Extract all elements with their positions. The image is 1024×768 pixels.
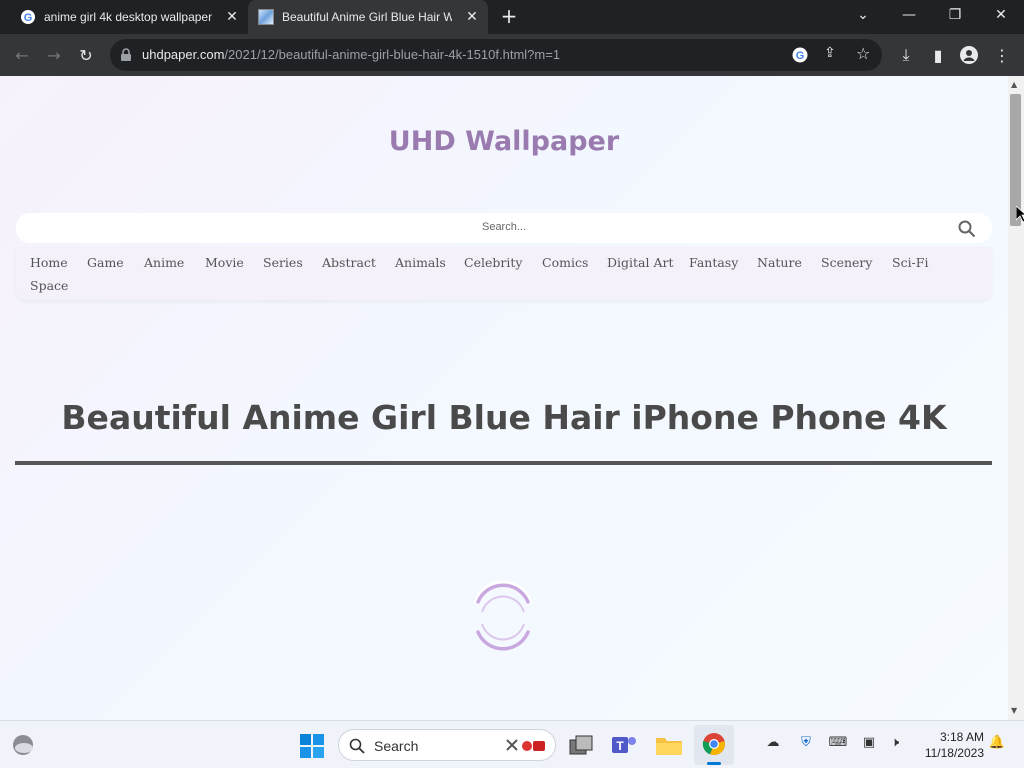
svg-text:G: G	[24, 12, 33, 24]
keyboard-icon[interactable]: ⌨	[828, 735, 848, 755]
clock-time: 3:18 AM	[939, 730, 984, 744]
google-lens-icon[interactable]: G	[792, 47, 808, 63]
taskbar-search-label: Search	[374, 738, 419, 754]
weather-icon[interactable]	[10, 733, 36, 757]
menu-item-movie[interactable]: Movie	[205, 255, 244, 270]
address-bar[interactable]: uhdpaper.com/2021/12/beautiful-anime-gir…	[110, 39, 882, 71]
profile-icon[interactable]	[960, 46, 978, 64]
close-window-button[interactable]: ✕	[978, 0, 1024, 30]
new-tab-button[interactable]: +	[498, 6, 520, 28]
menu-item-abstract[interactable]: Abstract	[322, 255, 376, 270]
file-explorer-icon[interactable]	[655, 733, 683, 757]
restore-button[interactable]: ❐	[932, 0, 978, 30]
scroll-down-icon[interactable]: ▼	[1011, 706, 1017, 715]
menu-item-animals[interactable]: Animals	[395, 255, 446, 270]
task-view-icon[interactable]	[568, 734, 594, 756]
category-menu: Home Game Anime Movie Series Abstract An…	[16, 247, 992, 300]
svg-text:G: G	[796, 50, 805, 62]
onedrive-icon[interactable]: ☁	[763, 735, 783, 755]
tab-uhdpaper[interactable]: Beautiful Anime Girl Blue Hair W ✕	[248, 0, 488, 34]
menu-item-home[interactable]: Home	[30, 255, 68, 270]
tab-title: anime girl 4k desktop wallpaper	[44, 10, 213, 24]
system-clock[interactable]: 3:18 AM 11/18/2023	[914, 729, 984, 761]
close-tab-icon[interactable]: ✕	[464, 9, 480, 25]
download-icon[interactable]: ⤓	[894, 43, 918, 67]
reload-button[interactable]: ↻	[74, 43, 98, 67]
site-title[interactable]: UHD Wallpaper	[0, 126, 1008, 157]
side-panel-icon[interactable]: ▮	[926, 43, 950, 67]
active-app-indicator	[707, 762, 721, 765]
share-icon[interactable]: ⇪	[824, 45, 836, 61]
search-icon[interactable]	[958, 220, 976, 238]
favicon-icon	[258, 9, 274, 25]
forward-button[interactable]: →	[42, 43, 66, 67]
taskbar-search[interactable]: Search	[338, 729, 556, 761]
url-host: uhdpaper.com	[142, 47, 225, 62]
scroll-up-icon[interactable]: ▲	[1011, 80, 1017, 89]
clock-date: 11/18/2023	[924, 746, 984, 760]
menu-item-space[interactable]: Space	[30, 278, 68, 293]
bookmark-star-icon[interactable]: ☆	[856, 44, 870, 63]
svg-text:T: T	[616, 739, 624, 753]
heading-divider	[15, 461, 992, 465]
network-icon[interactable]: ▣	[859, 735, 879, 755]
menu-item-nature[interactable]: Nature	[757, 255, 802, 270]
web-page: UHD Wallpaper Search... Home Game Anime …	[0, 76, 1008, 720]
menu-item-anime[interactable]: Anime	[144, 255, 184, 270]
tab-search-icon[interactable]: ⌄	[840, 0, 886, 30]
tab-strip: G anime girl 4k desktop wallpaper ✕ Beau…	[0, 0, 1024, 34]
menu-item-celebrity[interactable]: Celebrity	[464, 255, 522, 270]
vertical-scrollbar[interactable]: ▲ ▼	[1008, 76, 1024, 720]
page-heading: Beautiful Anime Girl Blue Hair iPhone Ph…	[61, 398, 947, 437]
notifications-bell-icon[interactable]: 🔔	[987, 735, 1007, 755]
url-path: /2021/12/beautiful-anime-girl-blue-hair-…	[224, 47, 561, 62]
menu-item-game[interactable]: Game	[87, 255, 124, 270]
back-button[interactable]: ←	[10, 43, 34, 67]
loading-spinner-icon	[473, 580, 533, 651]
menu-item-comics[interactable]: Comics	[542, 255, 588, 270]
menu-item-scenery[interactable]: Scenery	[821, 255, 872, 270]
tab-google-search[interactable]: G anime girl 4k desktop wallpaper ✕	[8, 0, 248, 34]
mouse-cursor-icon	[1016, 206, 1024, 222]
browser-toolbar: ← → ↻ uhdpaper.com/2021/12/beautiful-ani…	[0, 34, 1024, 76]
teams-icon[interactable]: T	[610, 733, 638, 757]
chrome-icon	[702, 733, 725, 756]
security-icon[interactable]: ⛨	[796, 735, 816, 755]
volume-icon[interactable]: 🕨	[885, 735, 905, 755]
menu-item-series[interactable]: Series	[263, 255, 303, 270]
tab-title: Beautiful Anime Girl Blue Hair W	[282, 10, 452, 24]
menu-item-sci-fi[interactable]: Sci-Fi	[892, 255, 928, 270]
menu-item-digital-art[interactable]: Digital Art	[607, 255, 674, 270]
windows-start-icon[interactable]	[300, 734, 324, 758]
close-tab-icon[interactable]: ✕	[224, 9, 240, 25]
google-icon: G	[21, 10, 35, 24]
search-box[interactable]: Search...	[16, 213, 992, 243]
chrome-taskbar-button[interactable]	[694, 725, 734, 765]
windows-taskbar: Search T ☁ ⛨ ⌨ ▣ 🕨 3:18 AM 11/18/2023 🔔	[0, 720, 1024, 768]
lock-icon	[121, 48, 131, 61]
minimize-button[interactable]: —	[886, 0, 932, 30]
menu-kebab-icon[interactable]: ⋮	[990, 43, 1014, 67]
search-input[interactable]: Search...	[16, 221, 992, 233]
menu-item-fantasy[interactable]: Fantasy	[689, 255, 738, 270]
search-highlight-icon	[506, 739, 545, 751]
search-icon	[349, 738, 365, 754]
